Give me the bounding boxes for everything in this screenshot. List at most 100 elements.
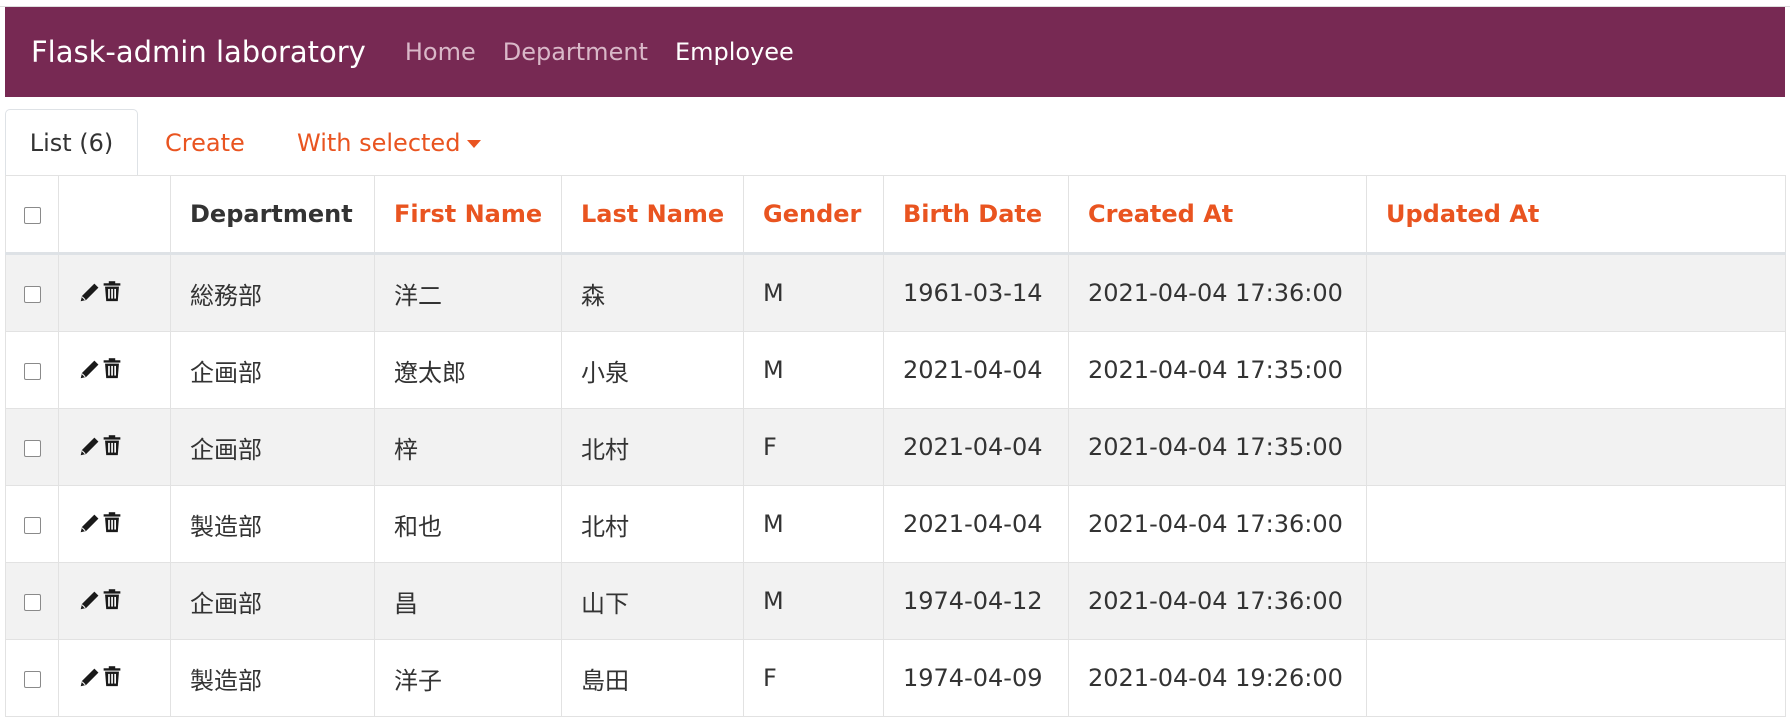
row-actions [58, 408, 171, 486]
with-selected-dropdown[interactable]: With selected [297, 109, 482, 176]
cell-last-name: 小泉 [561, 331, 744, 409]
trash-icon[interactable] [103, 357, 121, 385]
table-row: 企画部昌山下 M 1974-04-12 2021-04-04 17:36:00 [5, 562, 1786, 640]
row-select-cell [5, 331, 59, 409]
cell-created-at: 2021-04-04 17:36:00 [1068, 485, 1367, 563]
pencil-icon[interactable] [80, 280, 99, 308]
trash-icon[interactable] [103, 280, 121, 308]
cell-updated-at [1366, 639, 1786, 717]
table-header-row: Department First Name Last Name Gender B… [5, 175, 1786, 255]
table-row: 企画部 遼太郎 小泉 M 2021-04-04 2021-04-04 17:35:00 [5, 331, 1786, 409]
cell-gender: F [743, 639, 884, 717]
row-select-cell [5, 639, 59, 717]
cell-gender: M [743, 562, 884, 640]
table-row: 総務部 洋二森 M 1961-03-14 2021-04-04 17:36:00 [5, 253, 1786, 332]
trash-icon[interactable] [103, 511, 121, 539]
nav-link-department[interactable]: Department [503, 38, 648, 66]
employee-table: Department First Name Last Name Gender B… [5, 175, 1786, 717]
cell-department: 企画部 [170, 408, 375, 486]
select-all-cell [5, 175, 59, 255]
caret-down-icon [467, 139, 482, 148]
actions-header [58, 175, 171, 255]
cell-last-name: 島田 [561, 639, 744, 717]
pencil-icon[interactable] [80, 357, 99, 385]
cell-created-at: 2021-04-04 17:35:00 [1068, 408, 1367, 486]
brand-link[interactable]: Flask-admin laboratory [31, 35, 366, 69]
cell-department: 企画部 [170, 562, 375, 640]
column-header-department: Department [170, 175, 375, 255]
table-row: 製造部 洋子 島田 F 1974-04-09 2021-04-04 19:26:00 [5, 639, 1786, 717]
table-row: 製造部 和也 北村 M 2021-04-04 2021-04-04 17:36:00 [5, 485, 1786, 563]
cell-gender: M [743, 485, 884, 563]
row-actions [58, 562, 171, 640]
browser-top-strip [0, 0, 1790, 7]
cell-last-name: 山下 [561, 562, 744, 640]
cell-birth-date: 1974-04-12 [883, 562, 1069, 640]
cell-birth-date: 1974-04-09 [883, 639, 1069, 717]
cell-updated-at [1366, 408, 1786, 486]
cell-birth-date: 1961-03-14 [883, 253, 1069, 332]
cell-birth-date: 2021-04-04 [883, 408, 1069, 486]
nav-link-employee[interactable]: Employee [675, 38, 794, 66]
cell-first-name: 梓 [374, 408, 562, 486]
cell-first-name: 遼太郎 [374, 331, 562, 409]
cell-last-name: 北村 [561, 408, 744, 486]
list-tabs: List (6) Create With selected [5, 109, 1785, 176]
column-header-last-name[interactable]: Last Name [561, 175, 744, 255]
cell-updated-at [1366, 331, 1786, 409]
pencil-icon[interactable] [80, 511, 99, 539]
row-select-checkbox[interactable] [23, 285, 41, 303]
column-header-created-at[interactable]: Created At [1068, 175, 1367, 255]
cell-first-name: 洋子 [374, 639, 562, 717]
cell-birth-date: 2021-04-04 [883, 331, 1069, 409]
trash-icon[interactable] [103, 434, 121, 462]
cell-updated-at [1366, 485, 1786, 563]
cell-department: 製造部 [170, 639, 375, 717]
cell-gender: M [743, 331, 884, 409]
column-header-updated-at[interactable]: Updated At [1366, 175, 1786, 255]
row-select-checkbox[interactable] [23, 362, 41, 380]
nav-link-home[interactable]: Home [405, 38, 476, 66]
pencil-icon[interactable] [80, 665, 99, 693]
cell-gender: M [743, 253, 884, 332]
cell-department: 総務部 [170, 253, 375, 332]
trash-icon[interactable] [103, 665, 121, 693]
cell-created-at: 2021-04-04 19:26:00 [1068, 639, 1367, 717]
pencil-icon[interactable] [80, 588, 99, 616]
column-header-gender[interactable]: Gender [743, 175, 884, 255]
cell-last-name: 北村 [561, 485, 744, 563]
cell-first-name: 洋二 [374, 253, 562, 332]
tab-create[interactable]: Create [165, 109, 245, 176]
cell-created-at: 2021-04-04 17:36:00 [1068, 253, 1367, 332]
cell-updated-at [1366, 562, 1786, 640]
cell-first-name: 和也 [374, 485, 562, 563]
row-actions [58, 639, 171, 717]
cell-first-name: 昌 [374, 562, 562, 640]
cell-gender: F [743, 408, 884, 486]
pencil-icon[interactable] [80, 434, 99, 462]
row-select-checkbox[interactable] [23, 516, 41, 534]
cell-created-at: 2021-04-04 17:36:00 [1068, 562, 1367, 640]
table-row: 企画部梓北村 F 2021-04-04 2021-04-04 17:35:00 [5, 408, 1786, 486]
cell-department: 製造部 [170, 485, 375, 563]
row-select-cell [5, 562, 59, 640]
trash-icon[interactable] [103, 588, 121, 616]
row-select-checkbox[interactable] [23, 593, 41, 611]
cell-last-name: 森 [561, 253, 744, 332]
row-select-checkbox[interactable] [23, 439, 41, 457]
row-select-cell [5, 408, 59, 486]
row-actions [58, 331, 171, 409]
cell-birth-date: 2021-04-04 [883, 485, 1069, 563]
column-header-birth-date[interactable]: Birth Date [883, 175, 1069, 255]
column-header-first-name[interactable]: First Name [374, 175, 562, 255]
row-actions [58, 485, 171, 563]
row-select-checkbox[interactable] [23, 670, 41, 688]
cell-created-at: 2021-04-04 17:35:00 [1068, 331, 1367, 409]
top-navbar: Flask-admin laboratory Home Department E… [5, 7, 1785, 97]
row-select-cell [5, 485, 59, 563]
row-select-cell [5, 253, 59, 332]
cell-updated-at [1366, 253, 1786, 332]
tab-list[interactable]: List (6) [5, 109, 138, 176]
cell-department: 企画部 [170, 331, 375, 409]
select-all-checkbox[interactable] [23, 206, 41, 224]
